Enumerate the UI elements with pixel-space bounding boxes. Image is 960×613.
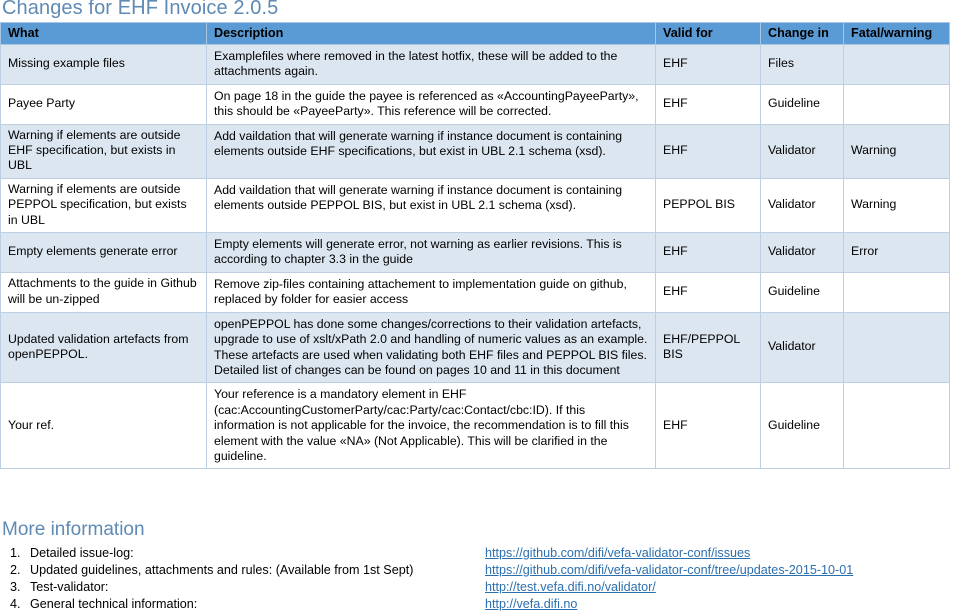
page-title: Changes for EHF Invoice 2.0.5 [2, 0, 279, 19]
cell-change-in: Guideline [760, 83, 844, 125]
list-item-link[interactable]: http://test.vefa.difi.no/validator/ [485, 579, 656, 596]
list-item: 1. Detailed issue-log: https://github.com/… [0, 545, 960, 562]
cell-change-in: Guideline [760, 271, 844, 313]
table-row: Attachments to the guide in Github will … [0, 271, 950, 313]
cell-valid-for: EHF [655, 83, 761, 125]
cell-what: Your ref. [0, 382, 207, 470]
cell-valid-for: EHF [655, 382, 761, 470]
list-item-label: Test-validator: [30, 580, 109, 594]
table-body: Missing example files Examplefiles where … [0, 44, 950, 470]
more-information-list: 1. Detailed issue-log: https://github.com/… [0, 545, 960, 613]
cell-description: Examplefiles where removed in the latest… [206, 44, 656, 85]
list-item-label: Updated guidelines, attachments and rule… [30, 563, 414, 577]
list-item-number: 3. [10, 580, 21, 594]
table-row: Payee Party On page 18 in the guide the p… [0, 83, 950, 125]
list-item: 4. General technical information: http://v… [0, 596, 960, 613]
list-item-label: Detailed issue-log: [30, 546, 134, 560]
cell-what: Empty elements generate error [0, 232, 207, 273]
cell-valid-for: EHF [655, 44, 761, 85]
cell-description: Remove zip-files containing attachement … [206, 271, 656, 313]
cell-what: Warning if elements are outside PEPPOL s… [0, 177, 207, 234]
document-page: Changes for EHF Invoice 2.0.5 What Descr… [0, 0, 960, 613]
cell-change-in: Validator [760, 123, 844, 179]
column-header-what: What [0, 22, 207, 45]
cell-valid-for: EHF/PEPPOL BIS [655, 311, 761, 384]
list-item: 2. Updated guidelines, attachments and ru… [0, 562, 960, 579]
cell-what: Payee Party [0, 83, 207, 125]
list-item-label: General technical information: [30, 597, 198, 611]
cell-description: Add vaildation that will generate warnin… [206, 177, 656, 234]
cell-description: On page 18 in the guide the payee is ref… [206, 83, 656, 125]
table-row: Warning if elements are outside PEPPOL s… [0, 177, 950, 234]
column-header-valid-for: Valid for [655, 22, 761, 45]
list-item-link[interactable]: http://vefa.difi.no [485, 596, 577, 613]
cell-fatal-warning [843, 44, 950, 85]
list-item: 3. Test-validator: http://test.vefa.difi.n… [0, 579, 960, 596]
more-information-heading: More information [2, 519, 145, 540]
column-header-fatal-warning: Fatal/warning [843, 22, 950, 45]
changes-table: What Description Valid for Change in Fat… [0, 22, 950, 470]
cell-fatal-warning [843, 311, 950, 384]
cell-what: Updated validation artefacts from openPE… [0, 311, 207, 384]
table-header-row: What Description Valid for Change in Fat… [0, 22, 950, 45]
cell-description: Empty elements will generate error, not … [206, 232, 656, 273]
cell-fatal-warning [843, 382, 950, 470]
cell-description: Your reference is a mandatory element in… [206, 382, 656, 470]
list-item-number: 2. [10, 563, 21, 577]
cell-description: openPEPPOL has done some changes/correct… [206, 311, 656, 384]
cell-description: Add vaildation that will generate warnin… [206, 123, 656, 179]
column-header-change-in: Change in [760, 22, 844, 45]
cell-what: Attachments to the guide in Github will … [0, 271, 207, 313]
cell-valid-for: EHF [655, 271, 761, 313]
column-header-description: Description [206, 22, 656, 45]
table-row: Missing example files Examplefiles where … [0, 44, 950, 85]
cell-change-in: Guideline [760, 382, 844, 470]
cell-what: Missing example files [0, 44, 207, 85]
list-item-link[interactable]: https://github.com/difi/vefa-validator-c… [485, 545, 750, 562]
list-item-link[interactable]: https://github.com/difi/vefa-validator-c… [485, 562, 853, 579]
list-item-number: 1. [10, 546, 21, 560]
cell-valid-for: EHF [655, 232, 761, 273]
cell-fatal-warning: Warning [843, 123, 950, 179]
table-row: Your ref. Your reference is a mandatory e… [0, 382, 950, 470]
list-item-number: 4. [10, 597, 21, 611]
table-row: Warning if elements are outside EHF spec… [0, 123, 950, 179]
cell-valid-for: EHF [655, 123, 761, 179]
cell-change-in: Validator [760, 232, 844, 273]
cell-change-in: Validator [760, 311, 844, 384]
cell-fatal-warning [843, 83, 950, 125]
cell-fatal-warning [843, 271, 950, 313]
cell-fatal-warning: Error [843, 232, 950, 273]
cell-valid-for: PEPPOL BIS [655, 177, 761, 234]
cell-fatal-warning: Warning [843, 177, 950, 234]
table-row: Empty elements generate error Empty eleme… [0, 232, 950, 273]
cell-what: Warning if elements are outside EHF spec… [0, 123, 207, 179]
cell-change-in: Files [760, 44, 844, 85]
cell-change-in: Validator [760, 177, 844, 234]
table-row: Updated validation artefacts from openPE… [0, 311, 950, 384]
table-header: What Description Valid for Change in Fat… [0, 22, 950, 45]
